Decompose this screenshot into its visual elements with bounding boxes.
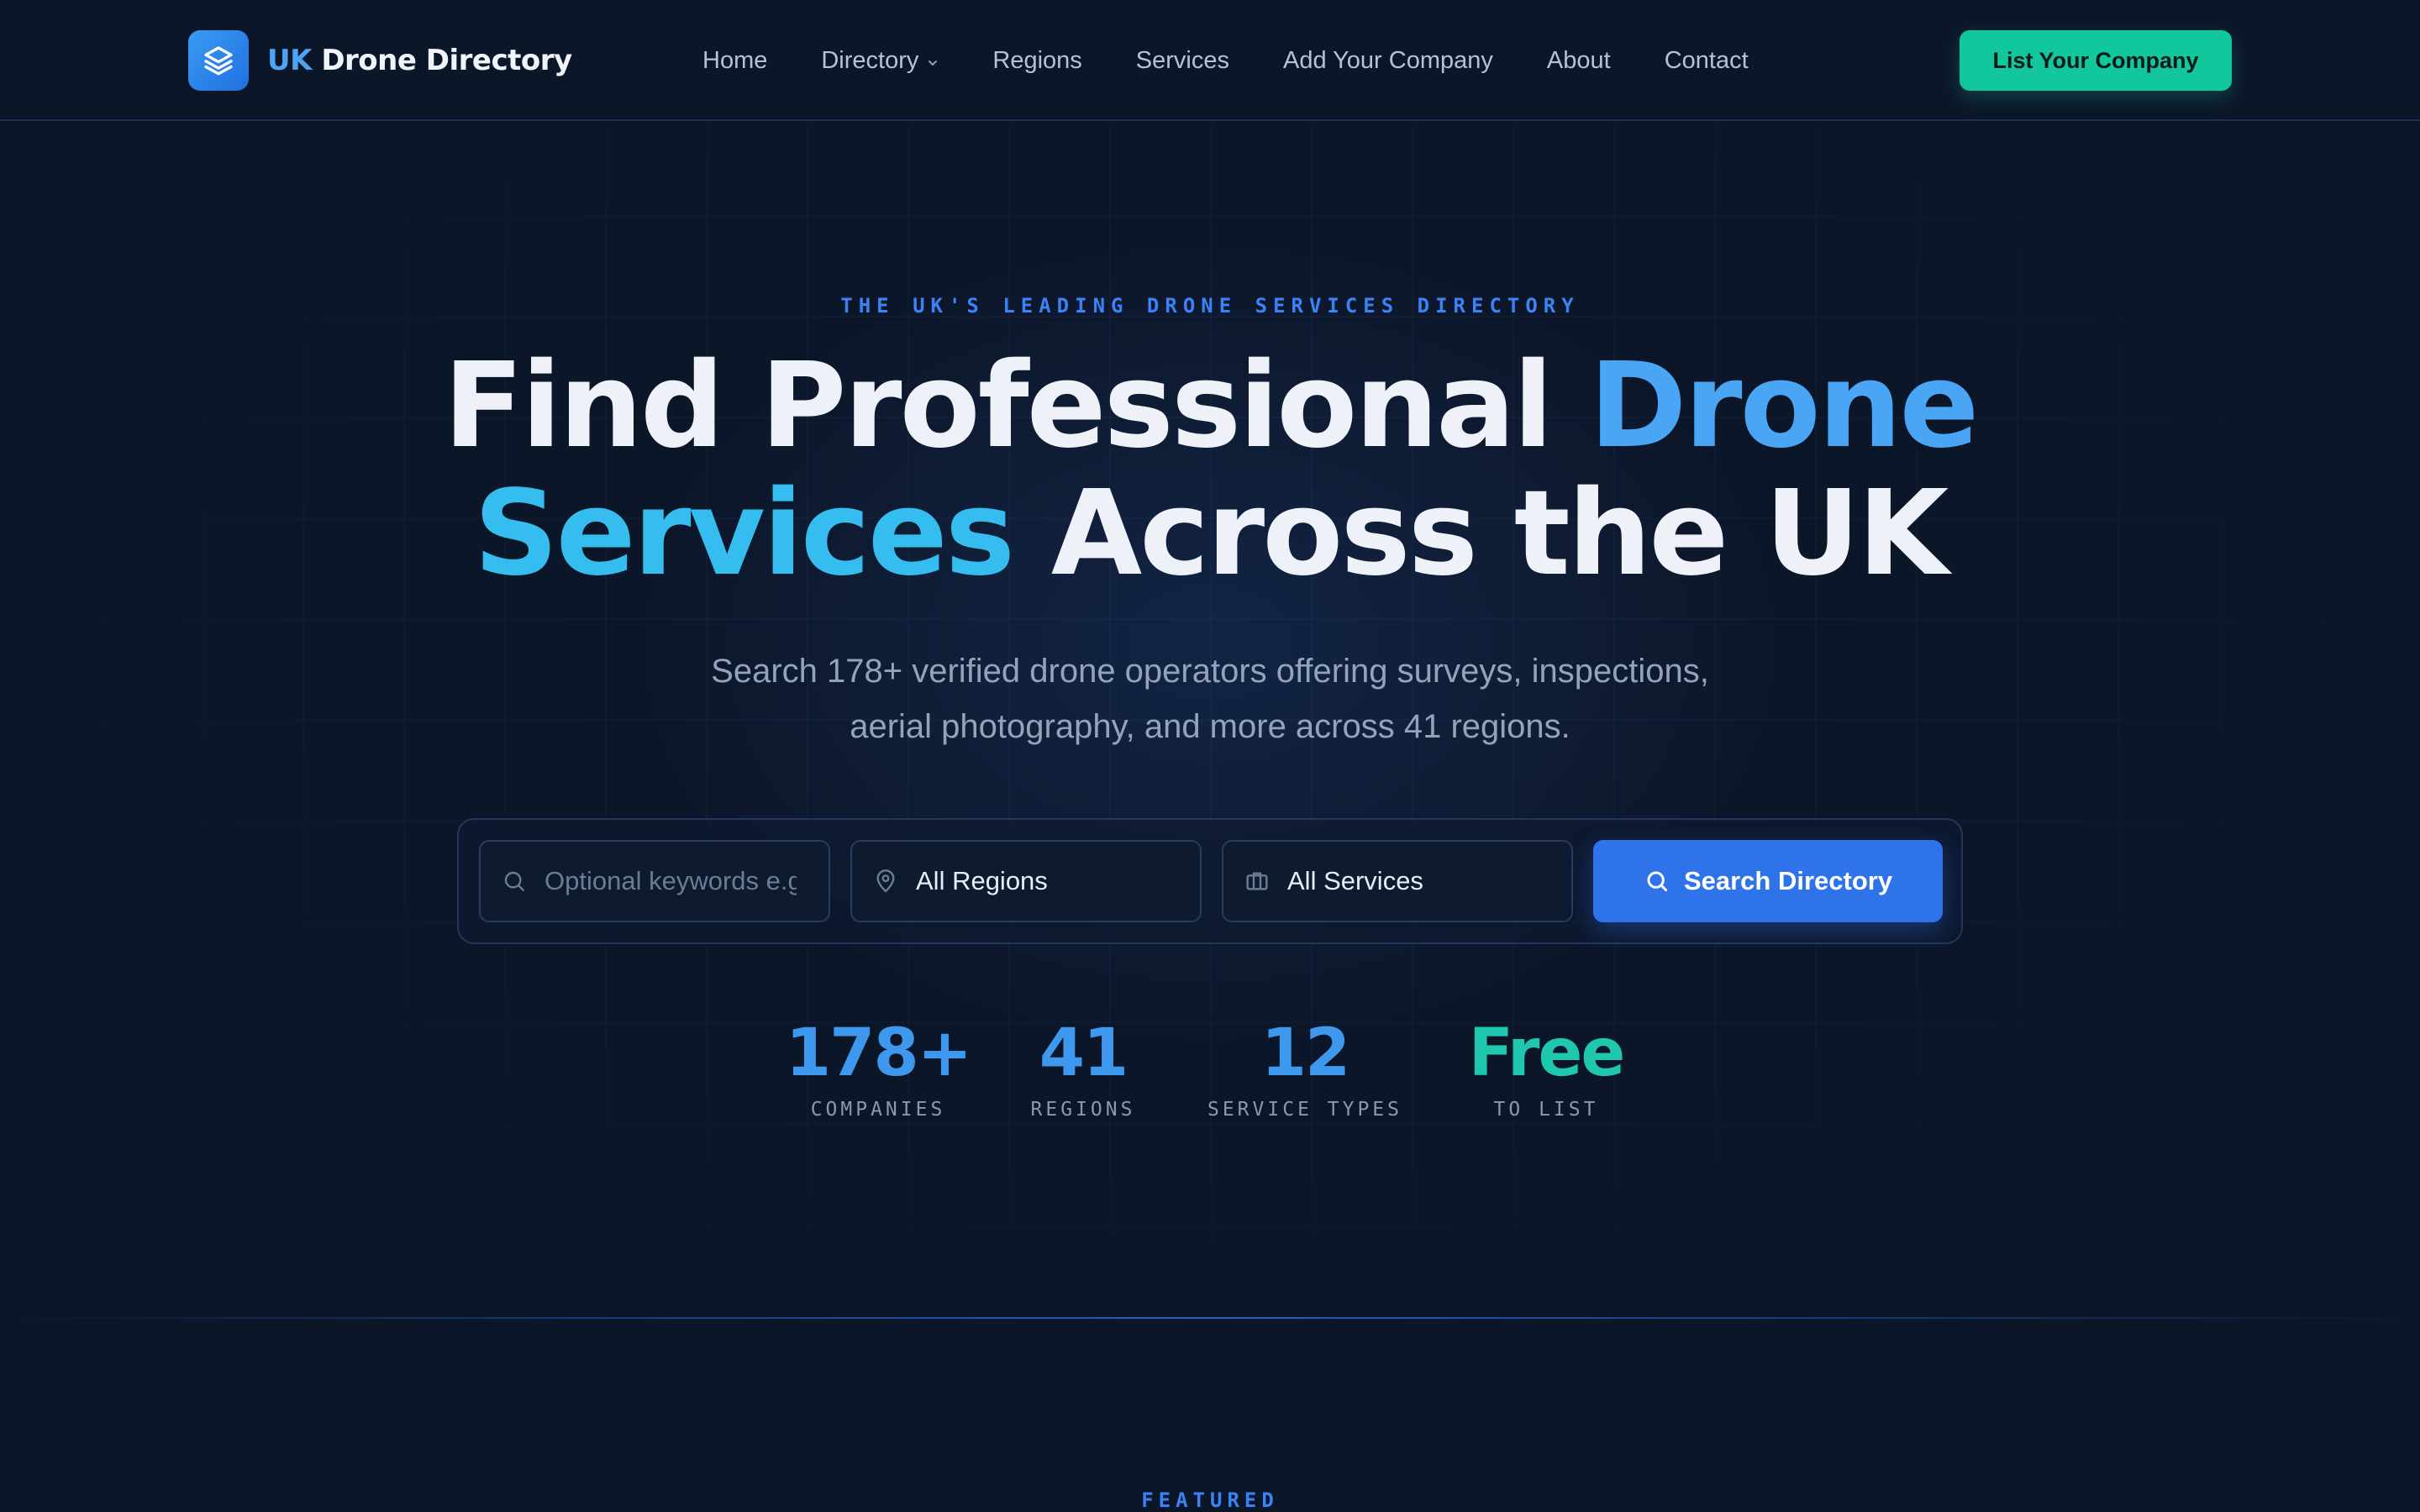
nav-link-services[interactable]: Services [1136,47,1229,75]
briefcase-icon [1246,872,1268,890]
chevron-down-icon [929,60,938,66]
nav-link-about[interactable]: About [1547,47,1611,75]
service-select[interactable]: All Services [1222,840,1573,922]
hero-divider [0,1317,2420,1319]
stat-value: 41 [1039,1016,1129,1091]
stat-label: SERVICE TYPES [1207,1099,1403,1121]
stat-label: TO LIST [1493,1099,1599,1121]
stat-value: 178+ [785,1016,972,1091]
stat-companies: 178+ COMPANIES [785,1015,972,1121]
nav-link-label: Contact [1664,46,1749,74]
nav-link-regions[interactable]: Regions [992,47,1081,75]
stat-label: REGIONS [1030,1099,1136,1121]
brand-prefix: UK [267,44,312,77]
subtitle-line: aerial photography, and more across 41 r… [850,708,1570,745]
search-icon [504,871,524,891]
brand-logo-link[interactable]: UK Drone Directory [188,30,572,91]
search-form: All Regions All Services Search Director… [457,818,1963,944]
hero-headline: Find Professional Drone Services Across … [0,343,2420,598]
nav-link-label: Services [1135,46,1229,74]
hero-subtitle: Search 178+ verified drone operators off… [639,643,1781,754]
nav-link-label: Directory [821,46,919,74]
keywords-field[interactable] [479,840,830,922]
nav-link-label: Home [702,46,768,74]
nav-link-home[interactable]: Home [702,47,767,75]
hero-eyebrow: THE UK'S LEADING DRONE SERVICES DIRECTOR… [840,294,1580,318]
hero-stats: 178+ COMPANIES 41 REGIONS 12 SERVICE TYP… [0,1015,2420,1183]
headline-text: Across the UK [1013,465,1949,602]
featured-section-label: FEATURED [1141,1488,1279,1512]
nav-link-label: About [1546,46,1611,74]
search-button-label: Search Directory [1683,866,1893,895]
map-pin-icon [876,869,895,893]
nav-link-contact[interactable]: Contact [1665,47,1749,75]
layers-icon [188,30,249,91]
region-select-value: All Regions [916,866,1048,895]
region-select[interactable]: All Regions [850,840,1202,922]
stat-label: COMPANIES [810,1099,946,1121]
nav-link-label: Regions [992,46,1082,74]
headline-accent: Services [473,465,1015,602]
keywords-input[interactable] [544,866,797,896]
service-select-value: All Services [1287,866,1423,895]
brand-title: Drone Directory [321,44,572,77]
nav-links: Home Directory Regions Services Add Your… [702,37,1749,84]
stat-value: Free [1468,1016,1626,1091]
stat-service-types: 12 SERVICE TYPES [1207,1015,1402,1121]
nav-link-label: Add Your Company [1282,46,1493,74]
list-your-company-button[interactable]: List Your Company [1960,30,2232,91]
headline-text: Find Professional [443,338,1590,475]
headline-accent: Drone [1589,338,1979,475]
top-nav: UK Drone Directory Home Directory Region… [0,0,2420,121]
search-directory-button[interactable]: Search Directory [1593,840,1943,922]
page: UK Drone Directory Home Directory Region… [0,0,2420,1512]
search-icon [1647,871,1668,892]
subtitle-line: Search 178+ verified drone operators off… [711,653,1709,690]
nav-link-add-your-company[interactable]: Add Your Company [1283,47,1493,75]
hero-section: THE UK'S LEADING DRONE SERVICES DIRECTOR… [0,123,2420,1319]
stat-value: 12 [1260,1016,1351,1091]
stat-regions: 41 REGIONS [1031,1015,1136,1121]
brand-name: UK Drone Directory [267,44,572,77]
stat-free-to-list: Free TO LIST [1468,1015,1626,1121]
nav-link-directory[interactable]: Directory [821,47,939,75]
